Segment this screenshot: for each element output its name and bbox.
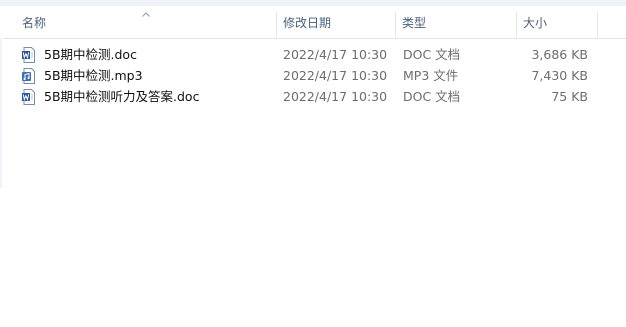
file-type: DOC 文档: [403, 89, 461, 104]
column-header-size[interactable]: 大小: [517, 6, 597, 38]
column-header-type[interactable]: 类型: [396, 6, 516, 38]
file-type: MP3 文件: [403, 68, 459, 83]
column-separator[interactable]: [597, 12, 598, 38]
file-type: DOC 文档: [403, 47, 461, 62]
file-row[interactable]: 5B期中检测听力及答案.doc 2022/4/17 10:30 DOC 文档 7…: [0, 86, 626, 108]
file-name: 5B期中检测.doc: [44, 47, 137, 62]
file-row[interactable]: 5B期中检测.doc 2022/4/17 10:30 DOC 文档 3,686 …: [0, 44, 626, 66]
sort-ascending-icon: [142, 12, 150, 17]
file-date: 2022/4/17 10:30: [283, 89, 388, 104]
file-size: 75 KB: [551, 89, 588, 104]
file-date: 2022/4/17 10:30: [283, 47, 388, 62]
file-size: 3,686 KB: [531, 47, 588, 62]
column-header-name[interactable]: 名称: [16, 6, 276, 38]
file-size: 7,430 KB: [531, 68, 588, 83]
word-doc-icon: [22, 89, 35, 105]
file-row[interactable]: 5B期中检测.mp3 2022/4/17 10:30 MP3 文件 7,430 …: [0, 65, 626, 87]
file-name: 5B期中检测.mp3: [44, 68, 143, 83]
word-doc-icon: [22, 47, 35, 63]
audio-file-icon: [22, 68, 35, 84]
file-name: 5B期中检测听力及答案.doc: [44, 89, 200, 104]
column-header-date[interactable]: 修改日期: [277, 6, 395, 38]
column-header: 名称 修改日期 类型 大小: [0, 6, 626, 39]
file-date: 2022/4/17 10:30: [283, 68, 388, 83]
